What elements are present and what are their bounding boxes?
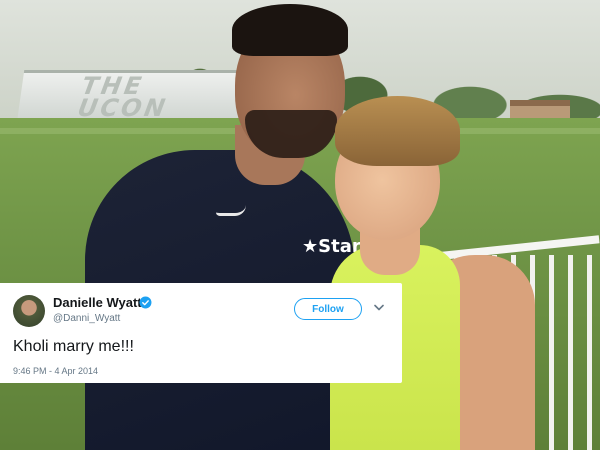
photo-man-hair: [232, 4, 348, 56]
tweet-card: Danielle Wyatt @Danni_Wyatt Follow Kholi…: [0, 283, 402, 383]
follow-button[interactable]: Follow: [294, 298, 362, 320]
chevron-down-icon[interactable]: [374, 304, 384, 312]
stand-text-line-2: UCON: [75, 94, 171, 122]
user-handle[interactable]: @Danni_Wyatt: [53, 313, 120, 324]
avatar[interactable]: [13, 295, 45, 327]
user-name[interactable]: Danielle Wyatt: [53, 295, 142, 310]
screenshot-stage: THE UCON ★Star Danielle Wyatt @Danni_Wya…: [0, 0, 600, 450]
tweet-timestamp[interactable]: 9:46 PM - 4 Apr 2014: [13, 366, 98, 376]
tweet-text: Kholi marry me!!!: [13, 338, 134, 355]
follow-button-label: Follow: [312, 303, 344, 315]
verified-badge-icon: [139, 296, 152, 309]
photo-stand-lettering: THE UCON: [75, 72, 173, 122]
photo-woman-hair: [335, 96, 460, 166]
